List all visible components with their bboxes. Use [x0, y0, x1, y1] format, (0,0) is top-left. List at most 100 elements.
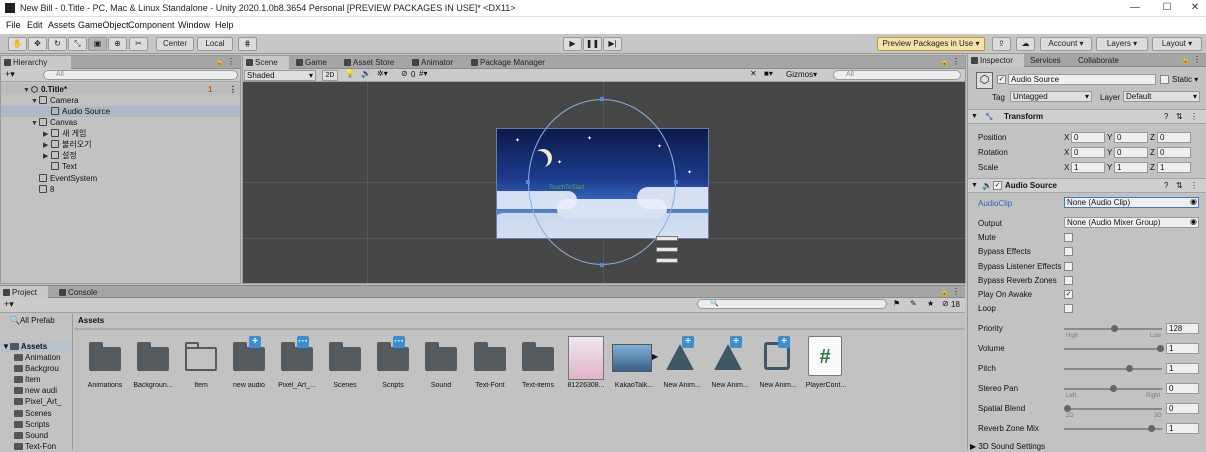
priority-slider[interactable]	[1064, 325, 1162, 332]
pitch-field[interactable]: 1	[1166, 363, 1199, 374]
rotation-field[interactable]: 0	[1114, 147, 1148, 158]
camera-icon[interactable]: ■▾	[764, 69, 773, 78]
move-tool-icon[interactable]: ✥	[28, 37, 47, 51]
hierarchy-item[interactable]: Audio Source	[1, 106, 240, 117]
menu-component[interactable]: Component	[128, 20, 175, 30]
lock-icon[interactable]: 🔒	[1181, 56, 1190, 64]
2d-toggle[interactable]: 2D	[322, 70, 338, 81]
preset-icon[interactable]: ⇅	[1176, 179, 1183, 193]
favorites-all-prefabs[interactable]: 🔍All Prefab	[0, 315, 72, 326]
grid-snap-icon[interactable]: ⋕	[238, 37, 257, 51]
gizmos-dropdown[interactable]: Gizmos▾	[786, 70, 817, 79]
pivot-center-button[interactable]: Center	[156, 37, 194, 51]
preset-icon[interactable]: ⇅	[1176, 110, 1183, 124]
scene-viewport[interactable]: ✦ ✦ ✦ ✦ ✦ TouchToStart	[243, 82, 965, 283]
menu-assets[interactable]: Assets	[48, 20, 75, 30]
asset-item[interactable]: ▶ KakaoTalk...	[610, 336, 658, 396]
hierarchy-item[interactable]: EventSystem	[1, 173, 240, 184]
transform-header[interactable]: ▼ ⤡ Transform ? ⇅ ⋮	[968, 109, 1206, 124]
minimize-button[interactable]: —	[1120, 1, 1150, 15]
hierarchy-item[interactable]: ▶ 새 게임	[1, 128, 240, 139]
hidden-objects-icon[interactable]: ⊘	[401, 69, 408, 78]
loop-checkbox[interactable]	[1064, 304, 1073, 313]
component-menu-icon[interactable]: ⋮	[1190, 179, 1198, 193]
bypass-reverb-checkbox[interactable]	[1064, 276, 1073, 285]
close-button[interactable]: ✕	[1180, 1, 1206, 15]
shading-dropdown[interactable]: Shaded ▾	[244, 70, 316, 81]
static-label[interactable]: Static ▾	[1172, 75, 1198, 84]
custom-tool-icon[interactable]: ✂	[129, 37, 148, 51]
hierarchy-item[interactable]: ▼ Camera	[1, 95, 240, 106]
search-by-label-icon[interactable]: ✎	[910, 299, 917, 308]
pitch-slider[interactable]	[1064, 365, 1162, 372]
effects-icon[interactable]: ✲▾	[377, 69, 388, 78]
reverb-zone-mix-field[interactable]: 1	[1166, 423, 1199, 434]
asset-item[interactable]: + New Anim...	[658, 336, 706, 396]
asset-item[interactable]: Animations	[81, 336, 129, 396]
asset-item[interactable]: Item	[177, 336, 225, 396]
folder-tree-item[interactable]: Pixel_Art_	[0, 396, 72, 407]
help-icon[interactable]: ?	[1164, 179, 1168, 193]
scale-field[interactable]: 1	[1114, 162, 1148, 173]
tab-hierarchy[interactable]: Hierarchy	[1, 56, 71, 69]
tools-icon[interactable]: ✕	[750, 69, 757, 78]
play-button-icon[interactable]: ▶	[563, 37, 582, 51]
folder-tree-item[interactable]: Sound	[0, 430, 72, 441]
rect-tool-icon[interactable]: ▣	[88, 37, 107, 51]
tab-package-manager[interactable]: Package Manager	[468, 56, 552, 69]
gizmo-handle[interactable]	[600, 263, 604, 267]
collab-icon[interactable]: ⇪	[992, 37, 1011, 51]
tab-services[interactable]: Services	[1026, 54, 1074, 67]
layer-dropdown[interactable]: Default ▾	[1123, 91, 1200, 102]
3d-sound-settings-foldout[interactable]: ▶ 3D Sound Settings	[970, 442, 1045, 451]
object-picker-icon[interactable]: ◉	[1190, 197, 1197, 206]
object-picker-icon[interactable]: ◉	[1190, 217, 1197, 226]
menu-edit[interactable]: Edit	[27, 20, 43, 30]
output-field[interactable]: None (Audio Mixer Group)	[1064, 217, 1199, 228]
step-button-icon[interactable]: ▶|	[603, 37, 622, 51]
hierarchy-item[interactable]: Text	[1, 161, 240, 172]
asset-item[interactable]: + new audio	[225, 336, 273, 396]
hierarchy-item[interactable]: ▼ Canvas	[1, 117, 240, 128]
active-checkbox[interactable]: ✓	[997, 75, 1006, 84]
folder-tree-item[interactable]: Animation	[0, 352, 72, 363]
position-field[interactable]: 0	[1157, 132, 1191, 143]
hidden-packages-icon[interactable]: ⊘	[942, 299, 949, 308]
maximize-button[interactable]: ☐	[1152, 1, 1182, 15]
favorite-icon[interactable]: ★	[927, 299, 934, 308]
lock-icon[interactable]: 🔒	[940, 58, 949, 66]
pivot-local-button[interactable]: Local	[197, 37, 233, 51]
component-enabled-checkbox[interactable]: ✓	[993, 181, 1002, 190]
scene-search-input[interactable]: All	[833, 70, 961, 80]
rotation-field[interactable]: 0	[1071, 147, 1105, 158]
audioclip-field[interactable]: None (Audio Clip)	[1064, 197, 1199, 208]
layout-dropdown[interactable]: Layout ▾	[1152, 37, 1202, 51]
asset-item[interactable]: + New Anim...	[754, 336, 802, 396]
spatial-blend-field[interactable]: 0	[1166, 403, 1199, 414]
asset-item[interactable]: ··· Pixel_Art_...	[273, 336, 321, 396]
panel-menu-icon[interactable]: ⋮	[227, 57, 235, 66]
layers-dropdown[interactable]: Layers ▾	[1096, 37, 1148, 51]
tag-dropdown[interactable]: Untagged ▾	[1010, 91, 1092, 102]
bypass-listener-checkbox[interactable]	[1064, 262, 1073, 271]
hierarchy-item[interactable]: 8	[1, 184, 240, 195]
stereo-pan-slider[interactable]	[1064, 385, 1162, 392]
lighting-icon[interactable]: 💡	[345, 69, 355, 78]
asset-item[interactable]: ··· Scripts	[369, 336, 417, 396]
gizmo-handle[interactable]	[600, 97, 604, 101]
object-name-field[interactable]: Audio Source	[1008, 74, 1156, 85]
hand-tool-icon[interactable]: ✋	[8, 37, 27, 51]
priority-field[interactable]: 128	[1166, 323, 1199, 334]
cloud-icon[interactable]: ☁	[1016, 37, 1035, 51]
panel-menu-icon[interactable]: ⋮	[1193, 55, 1201, 64]
create-add-icon[interactable]: +▾	[4, 299, 14, 310]
create-add-icon[interactable]: +▾	[5, 69, 15, 80]
pause-button-icon[interactable]: ❚❚	[583, 37, 602, 51]
search-by-type-icon[interactable]: ⚑	[893, 299, 900, 308]
audio-source-header[interactable]: ▼ 🔈 ✓ Audio Source ? ⇅ ⋮	[968, 178, 1206, 193]
lock-icon[interactable]: 🔒	[940, 288, 949, 296]
stereo-pan-field[interactable]: 0	[1166, 383, 1199, 394]
scene-menu-icon[interactable]: ⋮	[229, 84, 237, 95]
asset-item[interactable]: Sound	[417, 336, 465, 396]
account-dropdown[interactable]: Account ▾	[1040, 37, 1092, 51]
